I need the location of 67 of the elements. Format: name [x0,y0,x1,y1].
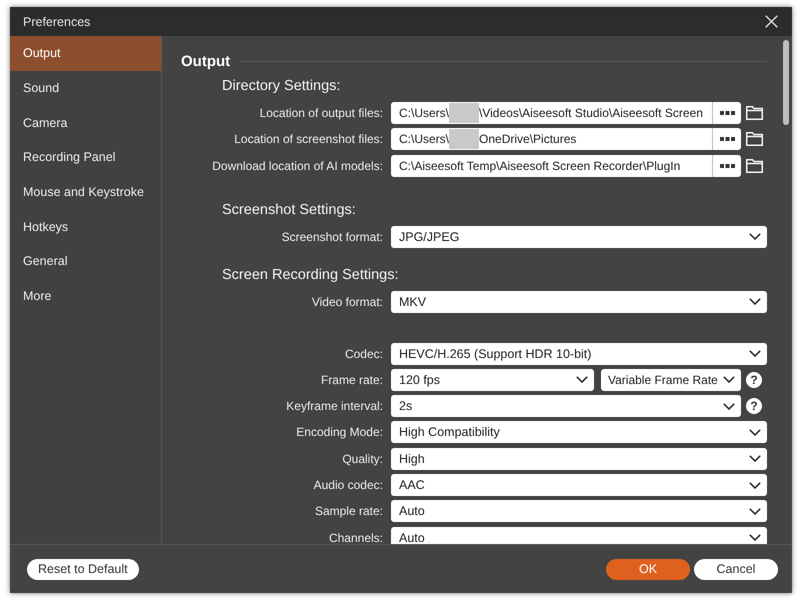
dropdown[interactable]: Variable Frame Rate [601,368,741,391]
caret-icon [749,298,761,306]
dropdown[interactable]: 120 fps [391,368,594,391]
close-icon[interactable] [765,15,778,28]
caret-icon [749,482,761,489]
dropdown[interactable]: 2s [391,395,741,418]
sidebar-item[interactable]: More [10,278,161,314]
field-label: Download location of AI models: [211,158,384,173]
dialog-button[interactable]: Reset to Default [27,558,139,580]
dots-icon [720,164,734,168]
settings-group-title: Screenshot Settings: [222,200,356,219]
section-heading: Output [181,52,230,70]
field-label: Frame rate: [320,372,384,387]
scrollbar-thumb[interactable] [783,40,789,125]
dropdown[interactable]: Auto [391,500,767,522]
sidebar-item[interactable]: Recording Panel [10,140,161,175]
field-label: Quality: [341,452,384,466]
dropdown[interactable]: MKV [391,290,767,313]
dots-icon [720,111,734,115]
browse-button[interactable] [712,128,741,150]
caret-icon [749,455,761,462]
path-field[interactable]: C:\Users\ \Videos\Aiseesoft Studio\Aiseesoft Screen [391,102,712,124]
browse-button[interactable] [712,102,741,124]
field-label: Encoding Mode: [295,425,384,440]
dialog-button[interactable]: Cancel [694,558,778,580]
caret-icon [749,508,761,515]
sidebar-item[interactable]: Output [10,36,161,71]
caret-icon [749,233,761,240]
field-label: Screenshot format: [280,230,384,244]
sidebar-item[interactable]: General [10,244,161,279]
field-label: Location of output files: [258,106,384,120]
sidebar-item[interactable]: Sound [10,70,161,106]
field-label: Location of screenshot files: [233,132,384,146]
window-title: Preferences [23,14,90,28]
field-label: Keyframe interval: [285,399,384,414]
field-label: Audio codec: [312,478,384,492]
sidebar-item[interactable]: Hotkeys [10,209,161,244]
dropdown[interactable]: High Compatibility [391,421,767,444]
help-button[interactable]: ? [746,372,762,388]
field-label: Codec: [344,346,384,361]
settings-group-title: Directory Settings: [222,77,340,95]
folder-icon[interactable] [746,106,762,120]
sidebar-item[interactable]: Mouse and Keystroke [10,174,161,210]
sidebar-item[interactable]: Camera [10,105,161,140]
dropdown[interactable]: High [391,448,767,470]
folder-icon[interactable] [746,132,762,146]
folder-icon[interactable] [746,158,762,173]
ok-button[interactable]: OK [606,558,690,580]
field-label: Channels: [328,530,384,544]
caret-icon [723,376,735,384]
dropdown[interactable]: JPG/JPEG [391,226,767,248]
dropdown[interactable]: HEVC/H.265 (Support HDR 10-bit) [391,342,767,365]
caret-icon [749,534,761,542]
dropdown[interactable]: Auto [391,526,767,544]
caret-icon [749,428,761,436]
caret-icon [723,402,735,410]
field-label: Sample rate: [314,504,384,518]
settings-group-title: Screen Recording Settings: [222,266,399,284]
caret-icon [576,376,588,384]
dots-icon [720,137,734,142]
caret-icon [749,350,761,358]
path-field[interactable]: C:\Aiseesoft Temp\Aiseesoft Screen Recorder\PlugIn [391,154,712,177]
dropdown[interactable]: AAC [391,474,767,496]
field-label: Video format: [310,294,384,309]
help-button[interactable]: ? [746,398,762,414]
path-field[interactable]: C:\Users\ OneDrive\Pictures [391,128,712,150]
browse-button[interactable] [712,154,741,177]
